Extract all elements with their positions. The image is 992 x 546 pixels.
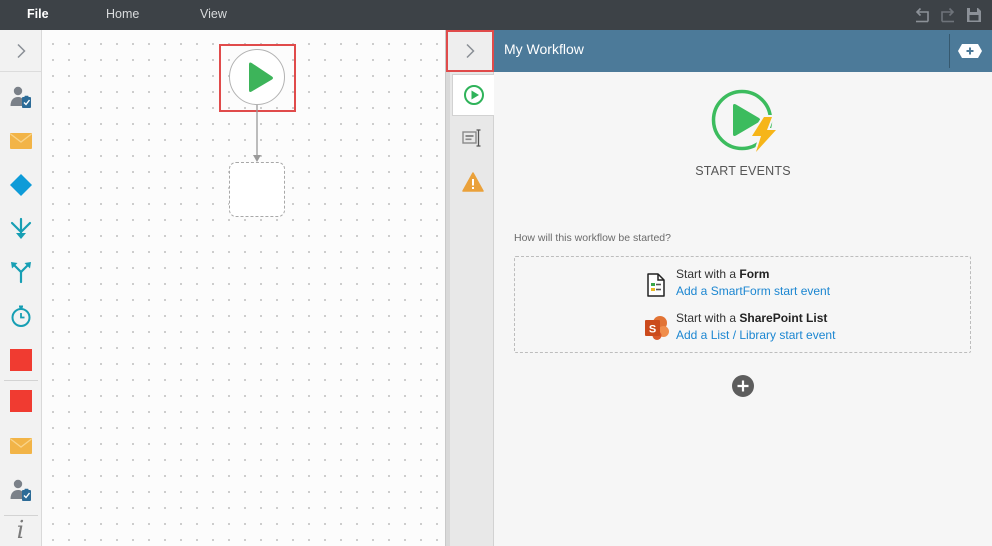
panel-title: My Workflow	[504, 41, 584, 57]
panel-header: My Workflow	[494, 30, 992, 72]
palette-item-end[interactable]	[0, 379, 41, 423]
redo-button[interactable]	[939, 6, 957, 24]
connector-arrow	[253, 105, 261, 162]
email-icon	[9, 133, 32, 149]
tab-warnings[interactable]	[452, 161, 494, 203]
chevron-right-icon	[16, 43, 26, 58]
palette-item-merge[interactable]	[0, 207, 41, 251]
save-icon	[967, 8, 981, 22]
palette-item-decision[interactable]	[0, 163, 41, 207]
option-text: Start with a SharePoint List Add a List …	[676, 310, 835, 344]
option-title-emphasis: SharePoint List	[739, 311, 828, 325]
email-icon	[9, 438, 32, 454]
option-text: Start with a Form Add a SmartForm start …	[676, 266, 830, 300]
start-events-panel: START EVENTS How will this workflow be s…	[494, 72, 992, 546]
undo-button[interactable]	[913, 6, 931, 24]
start-event-icon	[464, 85, 484, 105]
top-menu-bar: File Home View	[0, 0, 992, 30]
option-title: Start with a Form	[676, 266, 830, 283]
info-icon[interactable]: i	[0, 512, 41, 546]
palette-item-user-task[interactable]	[0, 468, 41, 512]
add-icon	[958, 44, 982, 58]
palette-item-timer[interactable]	[0, 294, 41, 338]
plus-circle-icon	[732, 375, 754, 397]
start-node[interactable]	[229, 49, 285, 105]
decision-icon	[9, 174, 32, 196]
form-icon	[647, 273, 665, 297]
timer-icon	[11, 305, 30, 327]
start-events-heading: START EVENTS	[695, 164, 791, 178]
option-title: Start with a SharePoint List	[676, 310, 835, 327]
palette-item-split[interactable]	[0, 250, 41, 294]
add-smartform-start-event-link[interactable]: Add a SmartForm start event	[676, 283, 830, 300]
warning-icon	[462, 172, 484, 192]
user-task-icon	[10, 86, 31, 108]
palette-item-email[interactable]	[0, 119, 41, 163]
add-start-event-button[interactable]	[732, 375, 754, 397]
header-divider	[949, 34, 950, 68]
merge-icon	[10, 217, 31, 239]
end-icon	[9, 390, 32, 412]
sharepoint-logo-letter: S	[649, 324, 656, 336]
menu-view[interactable]: View	[200, 0, 227, 30]
panel-toggle-button[interactable]	[446, 30, 494, 72]
user-task-icon	[10, 479, 31, 501]
sharepoint-icon: S	[645, 316, 669, 340]
menu-file[interactable]: File	[27, 0, 49, 30]
header-add-button[interactable]	[957, 43, 983, 59]
panel-tab-strip	[450, 72, 495, 546]
palette-item-user-task[interactable]	[0, 75, 41, 119]
menu-home[interactable]: Home	[106, 0, 139, 30]
chevron-right-icon	[466, 43, 475, 59]
step-placeholder[interactable]	[229, 162, 285, 217]
tab-start-events[interactable]	[452, 74, 495, 116]
option-title-prefix: Start with a	[676, 311, 740, 325]
palette-toggle-button[interactable]	[0, 30, 41, 72]
start-option-sharepoint-list: S Start with a SharePoint List Add a Lis…	[644, 310, 944, 346]
option-title-prefix: Start with a	[676, 267, 740, 281]
start-options-box: Start with a Form Add a SmartForm start …	[514, 256, 971, 353]
tab-properties[interactable]	[452, 117, 494, 159]
start-option-form: Start with a Form Add a SmartForm start …	[644, 266, 944, 302]
start-question: How will this workflow be started?	[514, 232, 671, 244]
option-title-emphasis: Form	[739, 267, 770, 281]
end-icon	[9, 349, 32, 371]
redo-icon	[941, 7, 955, 23]
element-palette: i	[0, 30, 42, 546]
add-list-library-start-event-link[interactable]: Add a List / Library start event	[676, 327, 835, 344]
split-icon	[10, 262, 31, 284]
palette-item-end[interactable]	[0, 338, 41, 382]
start-event-lightning-icon	[711, 89, 778, 154]
workflow-canvas[interactable]	[42, 30, 445, 546]
undo-icon	[915, 7, 929, 23]
palette-item-email[interactable]	[0, 424, 41, 468]
properties-icon	[462, 129, 481, 147]
save-button[interactable]	[965, 6, 983, 24]
play-icon	[249, 62, 273, 92]
